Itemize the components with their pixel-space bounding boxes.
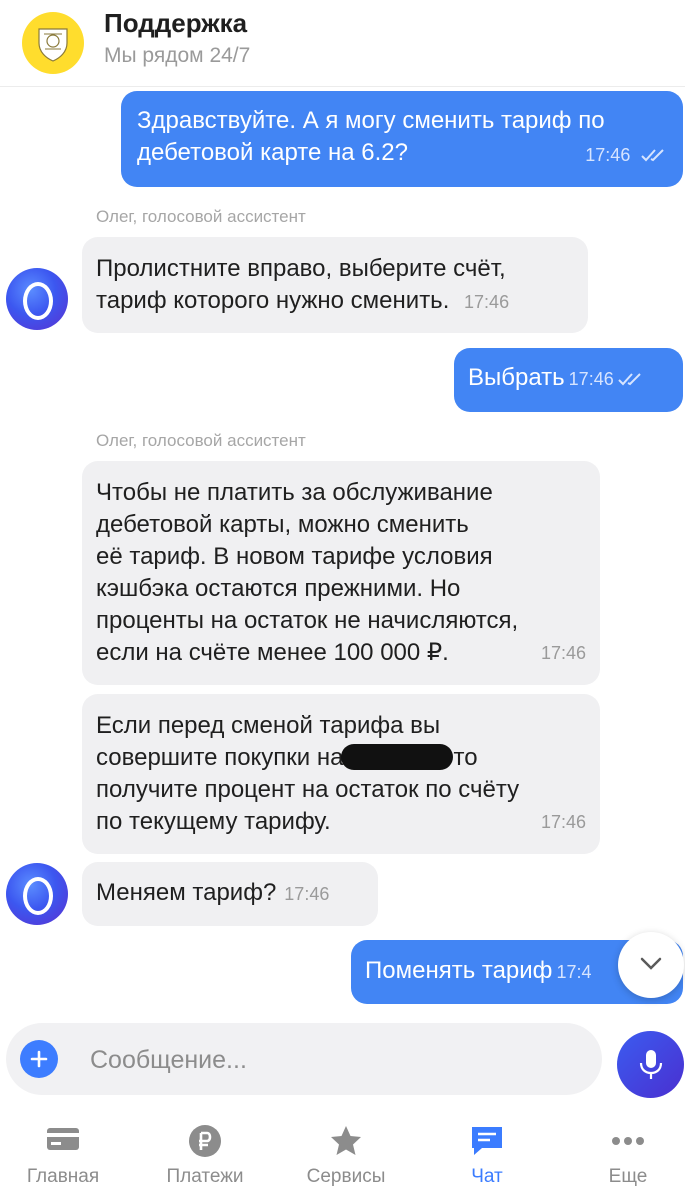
message-meta: 17:46	[577, 138, 667, 171]
nav-item-more[interactable]: Еще	[568, 1110, 685, 1200]
message-input[interactable]	[88, 1041, 572, 1079]
voice-message-button[interactable]	[617, 1031, 684, 1098]
chat-feed[interactable]: Здравствуйте. А я могу сменить тариф по …	[0, 87, 685, 1007]
message-incoming[interactable]: Чтобы не платить за обслуживание дебетов…	[82, 461, 600, 685]
message-text: тариф которого нужно сменить.	[96, 287, 450, 314]
message-time: 17:46	[585, 145, 631, 165]
message-text: если на счёте менее 100 000 ₽.	[96, 639, 449, 666]
message-text: Если перед сменой тарифа вы	[96, 712, 441, 739]
message-time: 17:46	[540, 643, 586, 663]
bottom-nav: Главная Платежи Сервисы Чат Еще	[0, 1110, 685, 1200]
message-text: Здравствуйте. А я могу сменить тариф по	[137, 107, 605, 134]
message-outgoing[interactable]: Выбрать 17:46	[454, 348, 683, 412]
double-check-icon	[641, 148, 664, 162]
message-text-row: тариф которого нужно сменить. 17:46	[96, 285, 572, 318]
message-text: Поменять тариф	[365, 957, 553, 984]
chat-header: Поддержка Мы рядом 24/7	[0, 0, 685, 87]
microphone-icon	[639, 1050, 663, 1079]
message-text: дебетовой карты, можно сменить	[96, 511, 469, 538]
message-text-row: по текущему тарифу. 17:46	[96, 806, 586, 838]
message-time: 17:46	[464, 292, 510, 312]
nav-label: Платежи	[166, 1166, 244, 1187]
nav-item-services[interactable]: Сервисы	[286, 1110, 406, 1200]
double-check-icon	[618, 372, 641, 386]
bank-logo-icon[interactable]	[22, 12, 84, 74]
plus-icon	[30, 1050, 48, 1068]
message-text: Чтобы не платить за обслуживание	[96, 479, 493, 506]
star-icon	[331, 1126, 361, 1155]
message-incoming[interactable]: Пролистните вправо, выберите счёт, тариф…	[82, 237, 588, 333]
more-icon	[612, 1137, 644, 1145]
nav-item-home[interactable]: Главная	[3, 1110, 123, 1200]
sender-name: Олег, голосовой ассистент	[96, 207, 306, 226]
message-time: 17:46	[540, 812, 586, 832]
message-text: получите процент на остаток по счёту	[96, 776, 520, 803]
nav-item-chat[interactable]: Чат	[427, 1110, 547, 1200]
card-icon	[47, 1128, 79, 1150]
chevron-down-icon	[640, 957, 662, 970]
message-text-row: дебетовой карте на 6.2? 17:46	[137, 137, 664, 169]
nav-label: Чат	[471, 1166, 503, 1187]
scroll-down-button[interactable]	[618, 932, 684, 998]
message-text: Пролистните вправо, выберите счёт,	[96, 255, 506, 282]
page-subtitle: Мы рядом 24/7	[104, 44, 251, 67]
nav-label: Главная	[26, 1166, 100, 1187]
message-input-container[interactable]	[6, 1023, 602, 1095]
nav-item-payments[interactable]: Платежи	[145, 1110, 265, 1200]
redaction-mark	[341, 743, 454, 770]
attach-button[interactable]	[20, 1040, 58, 1078]
message-text: Меняем тариф?	[96, 879, 277, 906]
nav-label: Еще	[608, 1166, 648, 1187]
message-outgoing[interactable]: Здравствуйте. А я могу сменить тариф по …	[121, 91, 683, 187]
message-text: то	[453, 744, 478, 771]
message-text: дебетовой карте на 6.2?	[137, 139, 408, 166]
message-time: 17:46	[284, 884, 330, 904]
assistant-avatar[interactable]	[6, 268, 68, 330]
message-text: совершите покупки на	[96, 744, 344, 771]
sender-name: Олег, голосовой ассистент	[96, 431, 306, 450]
message-time: 17:46	[568, 369, 614, 389]
message-text: кэшбэка остаются прежними. Но	[96, 575, 461, 602]
assistant-avatar[interactable]	[6, 863, 68, 925]
message-time: 17:4	[556, 962, 592, 982]
message-incoming[interactable]: Меняем тариф? 17:46	[82, 862, 378, 926]
message-text: по текущему тарифу.	[96, 808, 331, 835]
message-text: Выбрать	[468, 364, 565, 391]
message-text-row: совершите покупки на то	[96, 742, 584, 774]
message-text: её тариф. В новом тарифе условия	[96, 543, 493, 570]
message-text-row: если на счёте менее 100 000 ₽. 17:46	[96, 637, 586, 669]
nav-label: Сервисы	[306, 1166, 386, 1187]
message-text: проценты на остаток не начисляются,	[96, 607, 519, 634]
message-composer	[0, 1008, 685, 1108]
page-title: Поддержка	[104, 8, 248, 38]
ruble-icon	[189, 1125, 221, 1157]
chat-icon	[472, 1127, 502, 1155]
message-incoming[interactable]: Если перед сменой тарифа вы совершите по…	[82, 694, 600, 854]
